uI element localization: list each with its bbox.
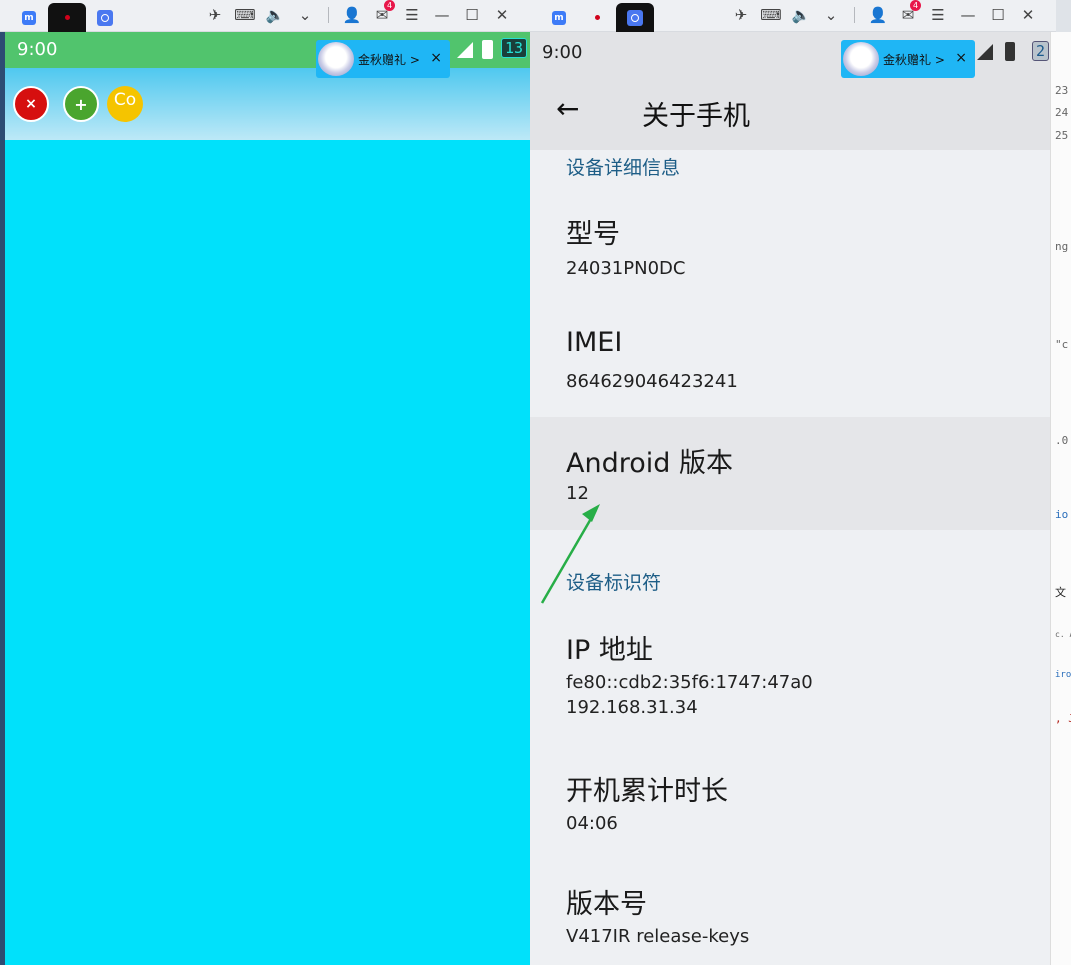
menu-icon[interactable]: ☰ <box>401 4 423 26</box>
mascot-avatar <box>318 42 354 76</box>
strip-text: ng <box>1055 240 1069 253</box>
notification-count: 13 <box>501 38 528 58</box>
strip-text: 文 <box>1055 586 1066 599</box>
right-titlebar-controls: ✈ ⌨ 🔈 ⌄ 👤 ✉ 4 ☰ — ☐ ✕ <box>726 0 1043 26</box>
status-time: 9:00 <box>17 39 58 60</box>
maximize-icon[interactable]: ☐ <box>987 4 1009 26</box>
signal-icon <box>457 42 473 58</box>
strip-text: "c <box>1055 338 1069 351</box>
app-tab-icon[interactable]: m <box>10 3 48 32</box>
annotation-arrow <box>540 504 600 604</box>
promo-text: 金秋赠礼 > <box>883 53 945 67</box>
pin-icon[interactable]: ✈ <box>730 4 752 26</box>
right-emulator-window: m ✈ ⌨ 🔈 ⌄ 👤 ✉ 4 ☰ — ☐ ✕ 9:00 2 ← 关于手机 设备… <box>530 0 1071 965</box>
background-editor-strip: 23 24 25 ng "c .0 io 文 c. A iro , J <box>1050 32 1071 965</box>
right-phone-screen: 9:00 2 ← 关于手机 设备详细信息 型号 24031PN0DC IMEI … <box>530 32 1056 965</box>
promo-close-icon[interactable]: × <box>430 50 442 66</box>
mail-icon[interactable]: ✉ 4 <box>897 0 921 26</box>
left-emulator-window: m ✈ ⌨ 🔈 ⌄ 👤 ✉4 ☰ — ☐ ✕ 9:00 13 × + Co 金 <box>0 0 532 965</box>
pin-icon[interactable]: ✈ <box>204 4 226 26</box>
settings-tab-icon[interactable] <box>616 3 654 32</box>
chevron-down-icon[interactable]: ⌄ <box>820 4 842 26</box>
add-button[interactable]: + <box>63 86 99 122</box>
divider <box>854 7 855 23</box>
user-icon[interactable]: 👤 <box>867 4 889 26</box>
menu-icon[interactable]: ☰ <box>927 4 949 26</box>
close-icon[interactable]: ✕ <box>1017 4 1039 26</box>
mail-icon[interactable]: ✉ 4 <box>371 0 395 26</box>
chevron-down-icon[interactable]: ⌄ <box>294 4 316 26</box>
minimize-icon[interactable]: — <box>957 4 979 26</box>
divider <box>328 7 329 23</box>
user-icon[interactable]: 👤 <box>341 4 363 26</box>
volume-icon[interactable]: 🔈 <box>264 4 286 26</box>
record-tab-icon[interactable] <box>578 3 616 32</box>
keyboard-icon[interactable]: ⌨ <box>234 4 256 26</box>
mail-badge: 4 <box>910 0 921 11</box>
close-icon[interactable]: ✕ <box>491 4 513 26</box>
keyboard-icon[interactable]: ⌨ <box>760 4 782 26</box>
close-button[interactable]: × <box>13 86 49 122</box>
maximize-icon[interactable]: ☐ <box>461 4 483 26</box>
settings-tab-icon[interactable] <box>86 3 124 32</box>
app-tab-icon[interactable]: m <box>540 3 578 32</box>
strip-text: , J <box>1055 712 1071 725</box>
battery-icon <box>482 40 493 59</box>
volume-icon[interactable]: 🔈 <box>790 4 812 26</box>
strip-text: .0 <box>1055 434 1069 447</box>
promo-close-icon[interactable]: × <box>955 50 967 66</box>
left-app-toolbar: × + Co <box>5 68 530 140</box>
co-button[interactable]: Co <box>107 86 143 122</box>
strip-text: c. A <box>1055 630 1071 639</box>
right-titlebar: m ✈ ⌨ 🔈 ⌄ 👤 ✉ 4 ☰ — ☐ ✕ <box>530 0 1056 32</box>
promo-text: 金秋赠礼 > <box>358 53 420 67</box>
left-tab-strip: m <box>10 3 124 32</box>
mail-badge: 4 <box>384 0 395 11</box>
strip-text: 23 <box>1055 84 1069 97</box>
left-titlebar-controls: ✈ ⌨ 🔈 ⌄ 👤 ✉ 4 ☰ — ☐ ✕ <box>200 0 517 26</box>
strip-text: io <box>1055 508 1069 521</box>
left-promo-banner[interactable]: 金秋赠礼 > × <box>316 40 450 78</box>
left-titlebar: m ✈ ⌨ 🔈 ⌄ 👤 ✉ 4 ☰ — ☐ ✕ <box>0 0 532 32</box>
left-app-canvas <box>5 140 530 965</box>
left-status-bar: 9:00 13 <box>5 32 530 68</box>
strip-text: 24 <box>1055 106 1069 119</box>
strip-text: 25 <box>1055 129 1069 142</box>
right-tab-strip: m <box>540 3 654 32</box>
right-promo-banner[interactable]: 金秋赠礼 > × <box>841 40 975 78</box>
minimize-icon[interactable]: — <box>431 4 453 26</box>
strip-text: iro <box>1055 670 1071 680</box>
mascot-avatar <box>843 42 879 76</box>
record-tab-icon[interactable] <box>48 3 86 32</box>
